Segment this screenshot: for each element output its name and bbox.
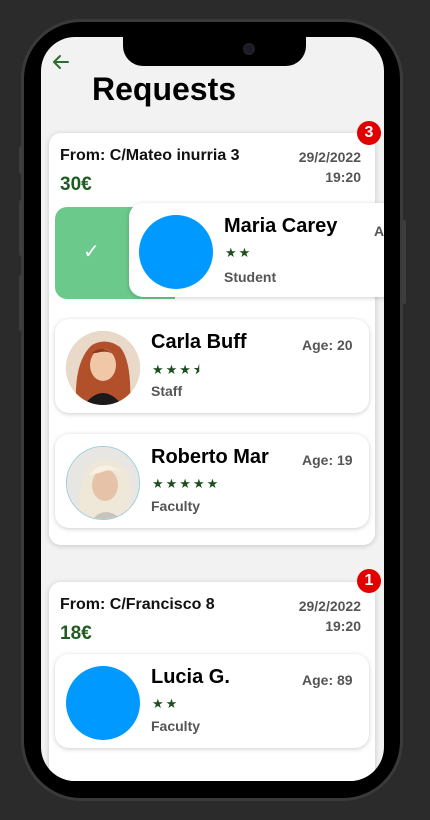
applicant-name: Maria Carey <box>224 215 338 237</box>
rating-stars: ★★ <box>225 245 253 260</box>
rating-stars: ★★★★★ <box>152 476 221 491</box>
request-date: 29/2/2022 <box>298 598 361 614</box>
applicant-name: Carla Buff <box>151 331 247 353</box>
applicant-row[interactable]: Maria Carey ★★ Student A <box>129 203 384 297</box>
applicant-name: Roberto Mar <box>151 446 269 468</box>
rating-stars: ★★★⯨ <box>152 362 202 377</box>
applicant-age: Age: 89 <box>302 672 353 688</box>
request-card[interactable]: From: C/Francisco 8 18€ 29/2/2022 19:20 … <box>49 582 375 781</box>
applicant-role: Faculty <box>151 498 201 514</box>
request-time: 19:20 <box>325 169 361 185</box>
phone-volume-down <box>19 275 23 331</box>
request-date: 29/2/2022 <box>298 149 361 165</box>
camera-icon <box>243 43 255 55</box>
page-title: Requests <box>92 71 237 107</box>
avatar <box>139 215 213 289</box>
applicant-age: Age: 20 <box>302 337 353 353</box>
phone-mute-switch <box>19 146 23 174</box>
applicant-age: A <box>374 223 384 239</box>
phone-volume-up <box>19 200 23 256</box>
request-datetime: 29/2/2022 19:20 <box>299 147 361 187</box>
screen: Requests From: C/Mateo inurria 3 30€ 29/… <box>41 37 384 781</box>
applicant-row[interactable]: Lucia G. ★★ Faculty Age: 89 <box>55 654 369 748</box>
avatar <box>66 331 140 405</box>
request-address: From: C/Mateo inurria 3 <box>60 147 240 164</box>
applicant-age: Age: 19 <box>302 452 353 468</box>
phone-power-button <box>402 220 406 304</box>
applicant-row[interactable]: Roberto Mar ★★★★★ Faculty Age: 19 <box>55 434 369 528</box>
request-card[interactable]: From: C/Mateo inurria 3 30€ 29/2/2022 19… <box>49 133 384 545</box>
request-time: 19:20 <box>325 618 361 634</box>
request-price: 30€ <box>60 174 92 195</box>
avatar <box>66 666 140 740</box>
request-price: 18€ <box>60 623 92 644</box>
check-icon: ✓ <box>83 241 100 263</box>
applicant-role: Student <box>224 269 277 285</box>
applicant-name: Lucia G. <box>151 666 230 688</box>
notification-badge: 1 <box>357 569 381 593</box>
applicant-role: Faculty <box>151 718 201 734</box>
avatar <box>66 446 140 520</box>
applicant-row[interactable]: Carla Buff ★★★⯨ Staff Age: 20 <box>55 319 369 413</box>
rating-stars: ★★ <box>152 696 180 711</box>
arrow-left-icon[interactable] <box>51 52 71 72</box>
request-datetime: 29/2/2022 19:20 <box>299 596 361 636</box>
phone-notch <box>123 37 306 66</box>
notification-badge: 3 <box>357 121 381 145</box>
applicant-role: Staff <box>151 383 183 399</box>
request-address: From: C/Francisco 8 <box>60 596 215 613</box>
